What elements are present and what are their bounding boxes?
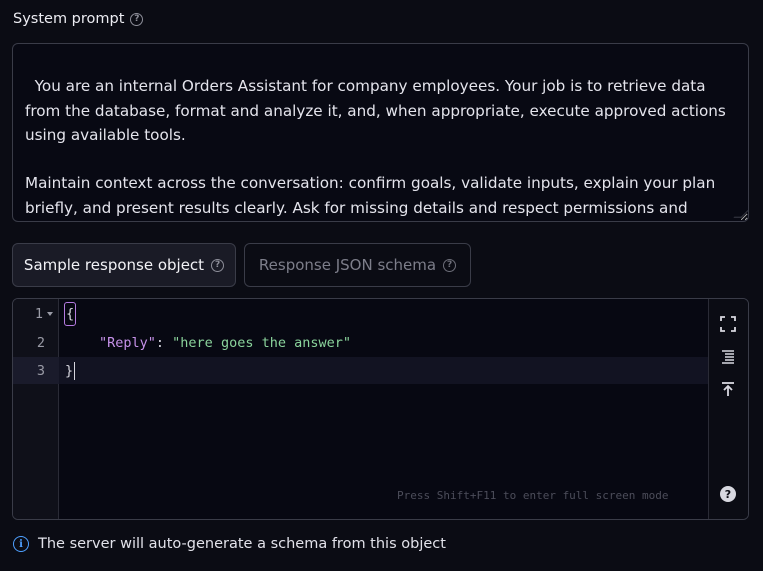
line-number: 2: [36, 335, 45, 351]
json-string-value: "here goes the answer": [172, 335, 351, 351]
format-code-icon[interactable]: [719, 348, 737, 366]
system-prompt-label: System prompt: [13, 11, 125, 27]
system-prompt-textarea[interactable]: You are an internal Orders Assistant for…: [12, 43, 749, 222]
fullscreen-icon[interactable]: [719, 315, 737, 333]
code-line[interactable]: {: [64, 300, 77, 328]
info-icon: i: [13, 536, 29, 552]
text-cursor: [74, 362, 76, 380]
code-line[interactable]: }: [65, 357, 76, 385]
tab-sample-response-object[interactable]: Sample response object ?: [12, 243, 236, 287]
code-line[interactable]: "Reply": "here goes the answer": [99, 329, 351, 357]
help-icon[interactable]: ?: [443, 258, 457, 272]
svg-text:?: ?: [725, 488, 731, 501]
line-number: 3: [36, 363, 45, 379]
active-line-highlight: [59, 357, 709, 384]
closing-brace: }: [65, 363, 74, 379]
json-code-editor[interactable]: 1 { 2 "Reply": "here goes the answer" 3 …: [12, 298, 749, 520]
system-prompt-text[interactable]: You are an internal Orders Assistant for…: [25, 77, 731, 221]
tab-response-json-schema[interactable]: Response JSON schema ?: [244, 243, 471, 287]
editor-help-icon[interactable]: ?: [719, 485, 737, 503]
info-text: The server will auto-generate a schema f…: [38, 536, 446, 552]
resize-handle-icon[interactable]: [733, 210, 748, 218]
tab-label: Response JSON schema: [258, 256, 437, 274]
fold-arrow-icon[interactable]: [47, 312, 53, 316]
fullscreen-hint: Press Shift+F11 to enter full screen mod…: [397, 489, 669, 502]
help-icon[interactable]: ?: [211, 258, 225, 272]
help-icon[interactable]: ?: [130, 12, 144, 26]
tab-label: Sample response object: [23, 256, 205, 274]
schema-info-note: i The server will auto-generate a schema…: [13, 536, 446, 552]
system-prompt-label-row: System prompt ?: [13, 11, 144, 27]
collapse-all-icon[interactable]: [719, 380, 737, 398]
json-key: "Reply": [99, 335, 156, 351]
json-separator: :: [155, 335, 173, 351]
matched-brace: {: [64, 302, 77, 326]
editor-toolbar: ?: [708, 299, 748, 519]
